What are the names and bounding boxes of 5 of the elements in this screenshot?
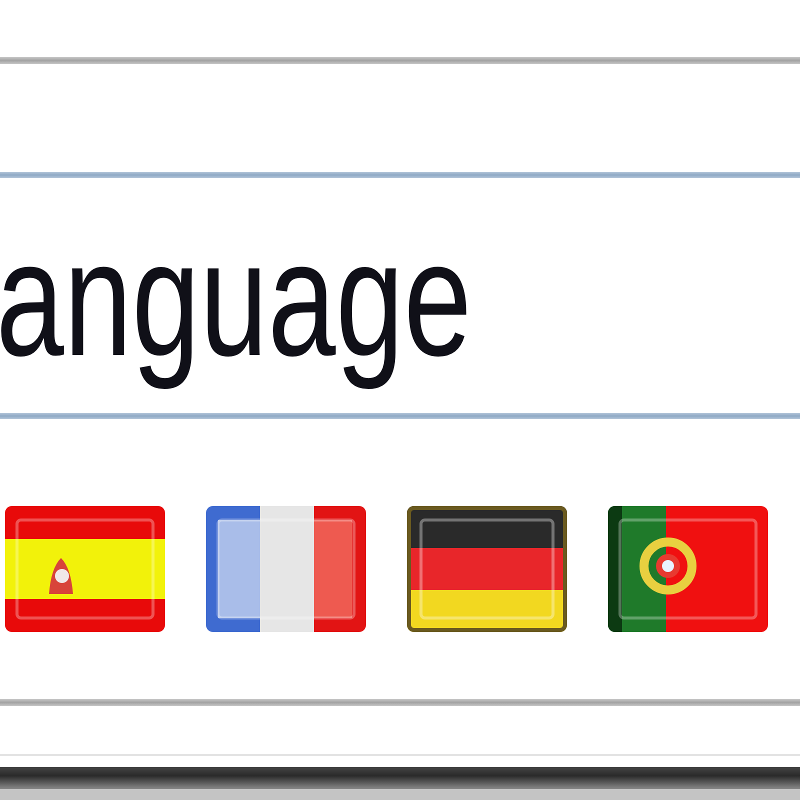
germany-flag-icon[interactable] — [407, 506, 567, 632]
france-flag-icon[interactable] — [206, 506, 366, 632]
portugal-flag-icon[interactable] — [608, 506, 768, 632]
spain-flag-icon[interactable] — [5, 506, 165, 632]
section-heading: anguage — [0, 206, 472, 392]
